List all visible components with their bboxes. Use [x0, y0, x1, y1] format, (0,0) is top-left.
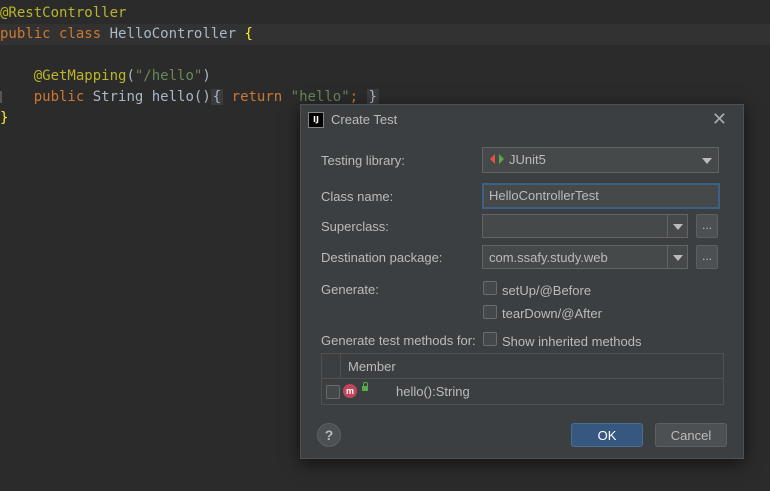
junit-icon [490, 154, 504, 164]
cancel-button[interactable]: Cancel [655, 423, 727, 447]
annotation: @RestController [0, 5, 127, 21]
member-table: Member m hello():String [321, 353, 724, 405]
class-name-label: Class name: [321, 189, 394, 204]
code-line-1[interactable]: @RestController [0, 3, 770, 24]
destination-browse-button[interactable]: ... [696, 245, 718, 269]
create-test-dialog: IJ Create Test ✕ Testing library: JUnit5… [300, 104, 744, 459]
chevron-down-icon[interactable] [667, 246, 687, 268]
teardown-label[interactable]: tearDown/@After [502, 306, 602, 321]
testing-library-label: Testing library: [321, 153, 405, 168]
keyword: public [0, 26, 51, 42]
member-name: hello():String [396, 384, 470, 399]
keyword: class [59, 26, 102, 42]
annotation: @GetMapping [33, 68, 127, 84]
keyword: return [231, 89, 283, 105]
destination-package-combo[interactable]: com.ssafy.study.web [482, 245, 688, 269]
show-inherited-checkbox[interactable] [483, 332, 497, 346]
help-button[interactable]: ? [317, 423, 341, 447]
paren: ( [126, 68, 135, 84]
ok-button[interactable]: OK [571, 423, 643, 447]
table-header: Member [322, 354, 723, 379]
close-icon[interactable]: ✕ [712, 109, 727, 130]
type-name: String [92, 89, 144, 105]
destination-package-value: com.ssafy.study.web [489, 250, 608, 265]
chevron-down-icon [702, 158, 712, 164]
dialog-title: Create Test [331, 112, 398, 127]
chevron-down-icon[interactable] [667, 215, 687, 237]
class-name: HelloController [109, 26, 237, 42]
method-icon: m [343, 384, 357, 398]
testing-library-value: JUnit5 [509, 152, 546, 167]
superclass-label: Superclass: [321, 219, 389, 234]
setup-checkbox[interactable] [483, 281, 497, 295]
member-checkbox[interactable] [326, 385, 340, 399]
semicolon: ; [349, 89, 359, 105]
fold-open[interactable]: { [210, 89, 224, 105]
code-line-2[interactable]: public class HelloController { [0, 24, 770, 45]
superclass-combo[interactable] [482, 214, 688, 238]
superclass-browse-button[interactable]: ... [696, 214, 718, 238]
header-divider [340, 354, 341, 378]
method-name: hello() [151, 89, 211, 105]
generate-label: Generate: [321, 282, 379, 297]
table-row[interactable]: m hello():String [322, 379, 723, 404]
code-line-4[interactable]: @GetMapping("/hello") [0, 66, 770, 87]
class-name-value: HelloControllerTest [489, 188, 599, 203]
member-column-header[interactable]: Member [348, 359, 396, 374]
testing-library-select[interactable]: JUnit5 [482, 147, 719, 173]
brace: { [244, 26, 253, 42]
keyword: public [33, 89, 85, 105]
destination-package-label: Destination package: [321, 250, 443, 265]
dialog-titlebar[interactable]: IJ Create Test ✕ [301, 105, 743, 133]
show-inherited-label[interactable]: Show inherited methods [502, 334, 641, 349]
setup-label[interactable]: setUp/@Before [502, 283, 591, 298]
fold-close[interactable]: } [366, 89, 379, 105]
gutter-marker [0, 91, 2, 103]
intellij-icon: IJ [308, 112, 324, 128]
string-literal: "/hello" [134, 68, 203, 84]
methods-label: Generate test methods for: [321, 333, 476, 348]
string-literal: "hello" [290, 89, 350, 105]
brace: } [0, 110, 9, 126]
teardown-checkbox[interactable] [483, 305, 497, 319]
lock-icon [362, 382, 368, 391]
class-name-input[interactable]: HelloControllerTest [482, 183, 720, 209]
paren: ) [202, 68, 211, 84]
